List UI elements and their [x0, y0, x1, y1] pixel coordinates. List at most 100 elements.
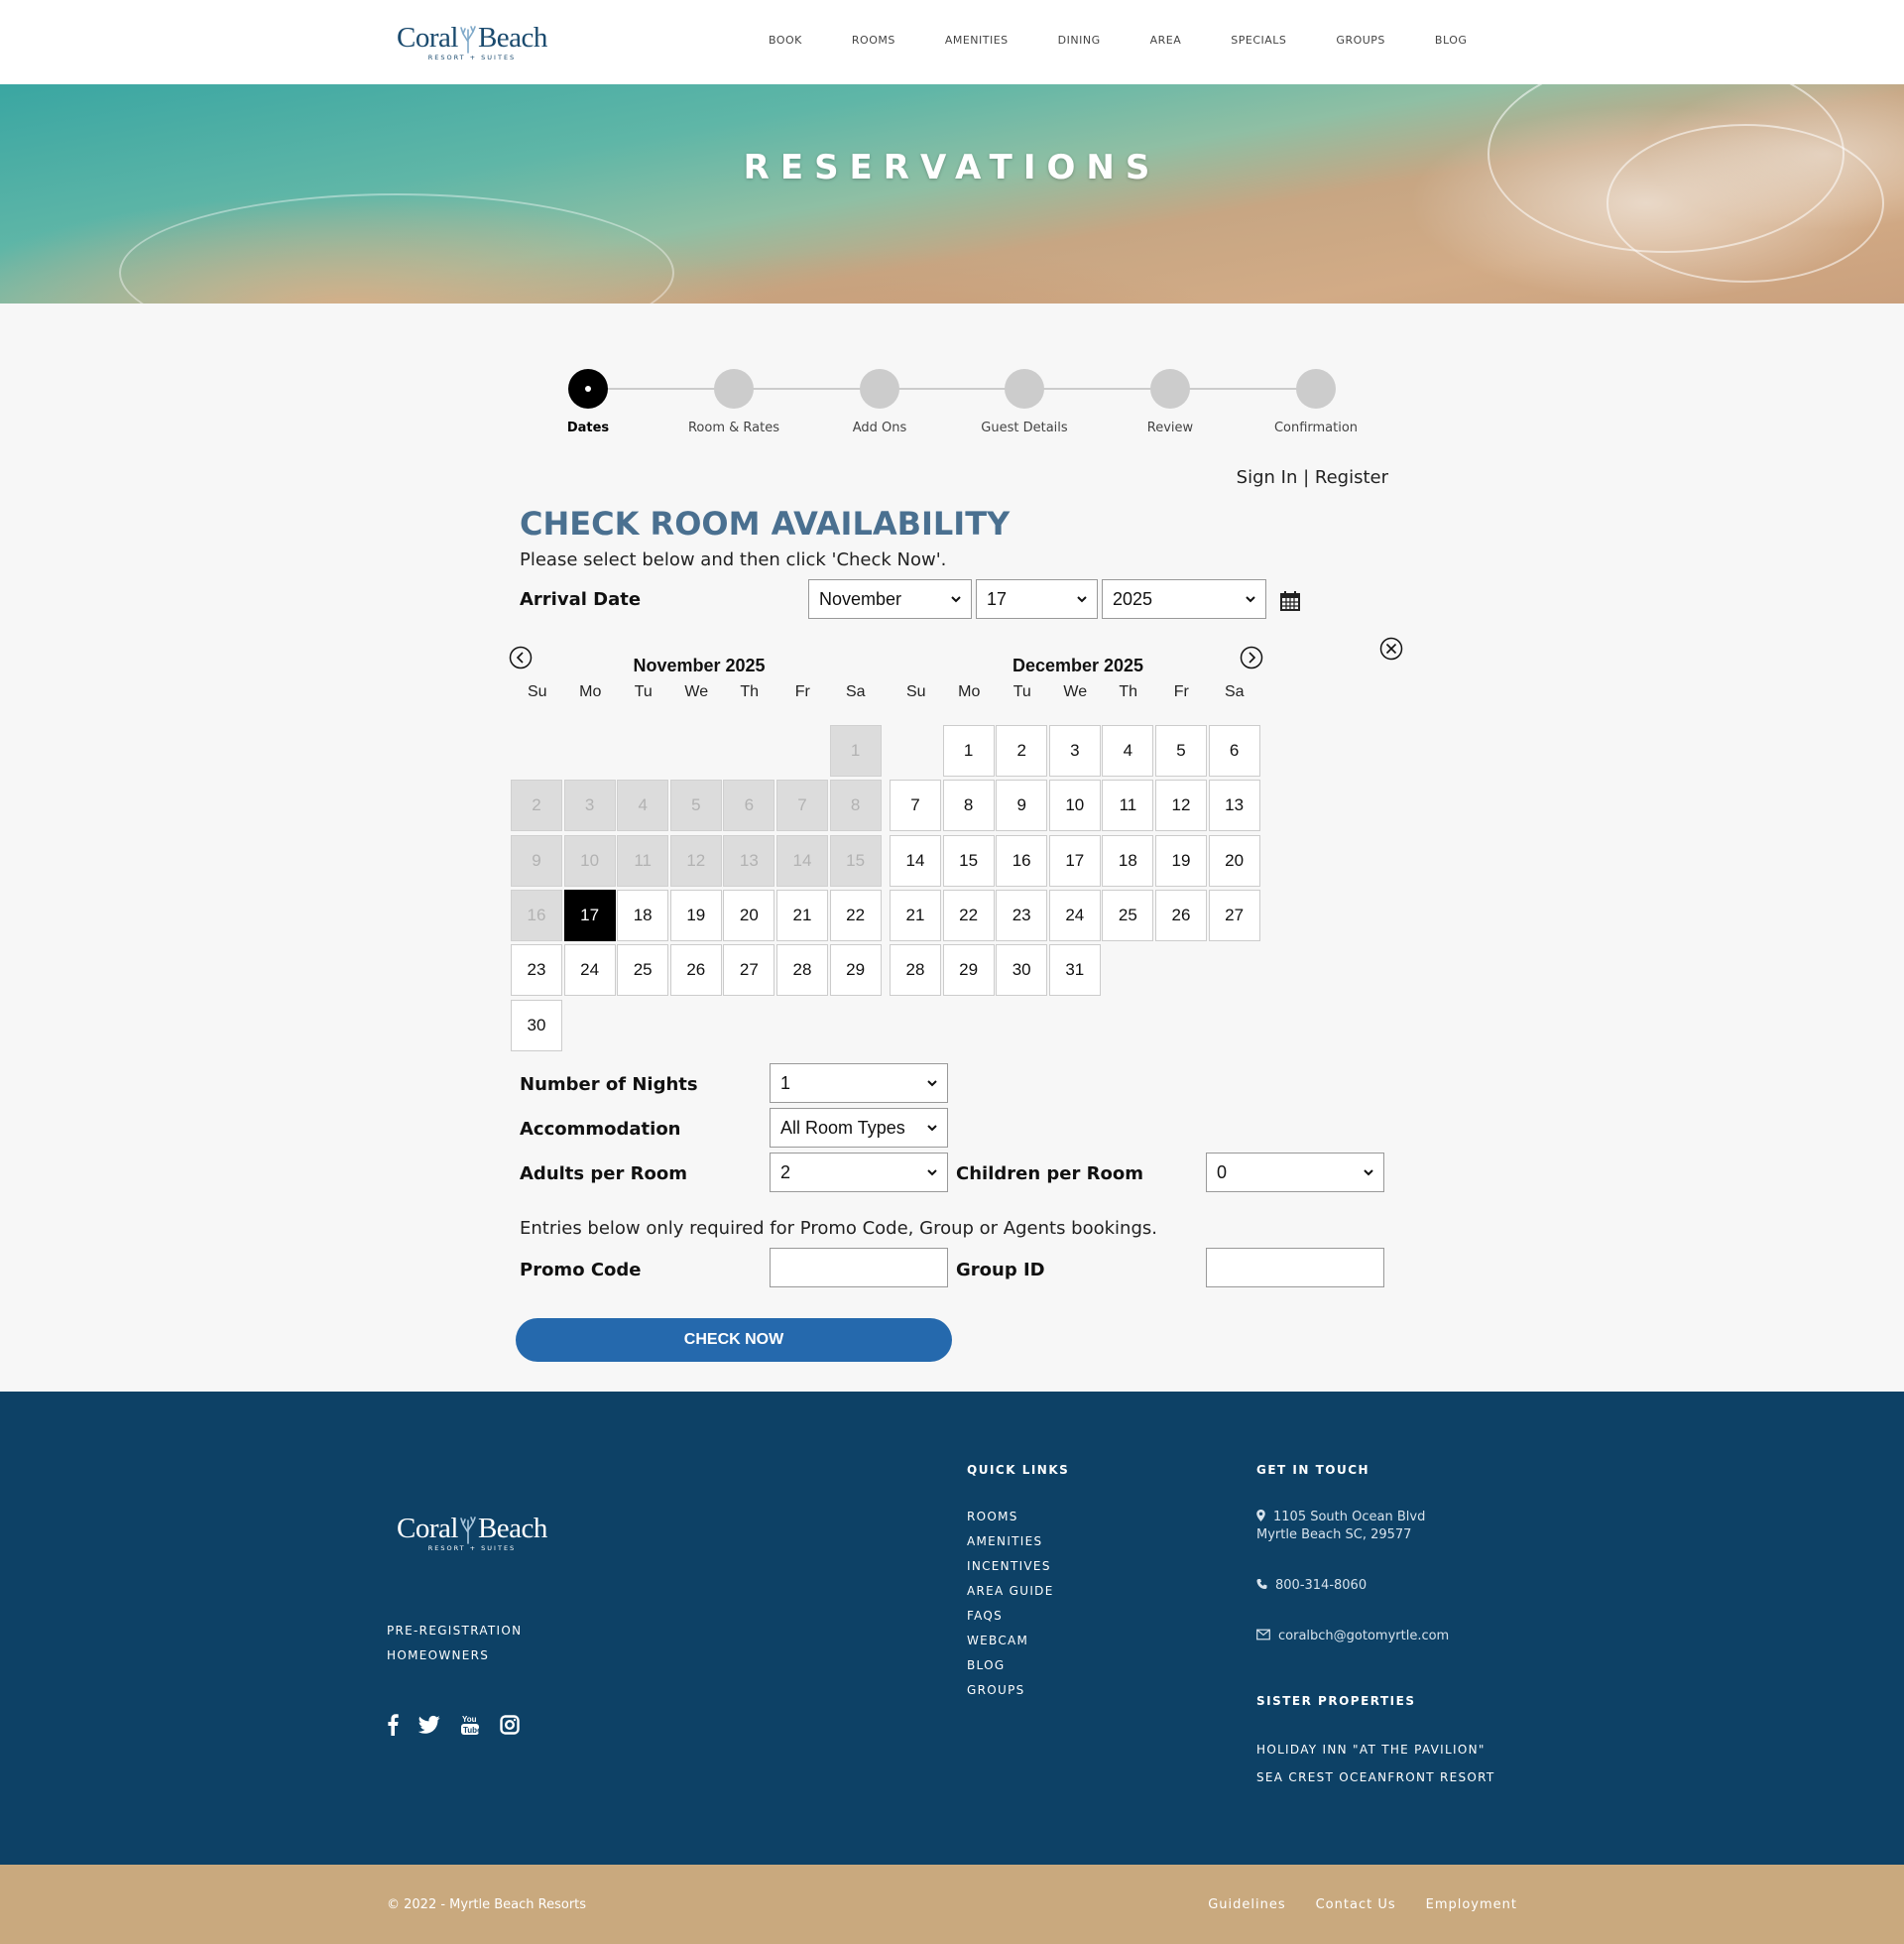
group-id-input[interactable]	[1206, 1248, 1384, 1287]
arrival-month-select[interactable]: November	[808, 579, 972, 619]
calendar-day[interactable]: 23	[511, 944, 562, 997]
calendar-day[interactable]: 21	[890, 889, 941, 941]
bottom-link-guidelines[interactable]: Guidelines	[1208, 1897, 1285, 1912]
calendar-day[interactable]: 4	[1102, 725, 1154, 777]
nav-item-amenities[interactable]: AMENITIES	[945, 34, 1009, 47]
calendar-day[interactable]: 25	[617, 944, 669, 997]
footer-logo[interactable]: Coral Beach RESORT + SUITES	[397, 1513, 547, 1552]
calendar-day[interactable]: 18	[617, 889, 669, 941]
calendar-day[interactable]: 15	[942, 834, 995, 887]
calendar-day[interactable]: 27	[723, 944, 775, 997]
calendar-day[interactable]: 19	[669, 889, 722, 941]
sign-in-link[interactable]: Sign In	[1237, 467, 1298, 488]
arrival-year-select[interactable]: 2025	[1102, 579, 1266, 619]
step-dot	[1150, 369, 1190, 409]
calendar-day[interactable]: 8	[942, 780, 995, 832]
quick-link-groups[interactable]: GROUPS	[967, 1683, 1025, 1697]
quick-link-incentives[interactable]: INCENTIVES	[967, 1559, 1051, 1573]
calendar-day[interactable]: 1	[942, 725, 995, 777]
facebook-icon[interactable]	[387, 1714, 399, 1736]
nav-item-rooms[interactable]: ROOMS	[852, 34, 895, 47]
calendar-day[interactable]: 9	[996, 780, 1048, 832]
calendar-day[interactable]: 24	[1048, 889, 1101, 941]
calendar-day[interactable]: 28	[890, 944, 941, 997]
site-logo[interactable]: Coral Beach RESORT + SUITES	[397, 22, 547, 61]
sister-property-holiday-inn[interactable]: HOLIDAY INN "AT THE PAVILION"	[1256, 1743, 1486, 1757]
calendar-day[interactable]: 3	[1048, 725, 1101, 777]
calendar-day[interactable]: 17	[1048, 834, 1101, 887]
calendar-day[interactable]: 22	[942, 889, 995, 941]
group-id-label: Group ID	[956, 1260, 1045, 1280]
calendar-day[interactable]: 28	[776, 944, 828, 997]
logo-word-coral: Coral	[397, 22, 458, 54]
nav-item-blog[interactable]: BLOG	[1435, 34, 1467, 47]
step-label: Review	[1146, 421, 1194, 435]
calendar-day[interactable]: 16	[996, 834, 1048, 887]
calendar-day[interactable]: 26	[669, 944, 722, 997]
calendar-day[interactable]: 19	[1155, 834, 1207, 887]
bottom-link-employment[interactable]: Employment	[1426, 1897, 1517, 1912]
check-now-button[interactable]: CHECK NOW	[516, 1318, 952, 1362]
calendar-day[interactable]: 25	[1102, 889, 1154, 941]
calendar-day[interactable]: 29	[942, 944, 995, 997]
calendar-day[interactable]: 30	[511, 999, 562, 1051]
calendar-day[interactable]: 5	[1155, 725, 1207, 777]
children-select[interactable]: 0	[1206, 1153, 1384, 1192]
quick-link-webcam[interactable]: WEBCAM	[967, 1634, 1028, 1647]
footer-link-pre-registration[interactable]: PRE-REGISTRATION	[387, 1624, 522, 1638]
calendar-day[interactable]: 27	[1208, 889, 1260, 941]
logo-tagline: RESORT + SUITES	[427, 54, 517, 61]
quick-link-area-guide[interactable]: AREA GUIDE	[967, 1584, 1054, 1598]
promo-code-input[interactable]	[770, 1248, 948, 1287]
contact-email[interactable]: coralbch@gotomyrtle.com	[1256, 1628, 1449, 1645]
quick-link-rooms[interactable]: ROOMS	[967, 1510, 1018, 1523]
calendar-day[interactable]: 11	[1102, 780, 1154, 832]
quick-link-blog[interactable]: BLOG	[967, 1658, 1005, 1672]
calendar-day[interactable]: 7	[890, 780, 941, 832]
calendar-month-title: November 2025	[633, 656, 766, 675]
calendar-day[interactable]: 10	[1048, 780, 1101, 832]
calendar-day[interactable]: 30	[996, 944, 1048, 997]
nav-item-specials[interactable]: SPECIALS	[1231, 34, 1286, 47]
calendar-day[interactable]: 26	[1155, 889, 1207, 941]
footer-link-homeowners[interactable]: HOMEOWNERS	[387, 1648, 489, 1662]
calendar-day[interactable]: 12	[1155, 780, 1207, 832]
calendar-day[interactable]: 22	[829, 889, 882, 941]
calendar-day[interactable]: 18	[1102, 834, 1154, 887]
close-calendar-icon[interactable]	[1379, 637, 1403, 661]
arrival-date-label: Arrival Date	[520, 589, 642, 610]
youtube-icon[interactable]: You Tube	[460, 1714, 480, 1736]
calendar-day[interactable]: 23	[996, 889, 1048, 941]
calendar-icon[interactable]	[1279, 590, 1301, 612]
calendar-day[interactable]: 24	[563, 944, 616, 997]
calendar-day: 9	[511, 834, 562, 887]
weekday-label: Mo	[958, 683, 981, 700]
nights-value: 1	[780, 1072, 791, 1093]
calendar-day[interactable]: 2	[996, 725, 1048, 777]
calendar-day-selected[interactable]: 17	[563, 889, 616, 941]
calendar-day[interactable]: 14	[890, 834, 941, 887]
nights-select[interactable]: 1	[770, 1063, 948, 1103]
calendar-day[interactable]: 21	[776, 889, 828, 941]
nav-item-area[interactable]: AREA	[1150, 34, 1182, 47]
sister-property-sea-crest[interactable]: SEA CREST OCEANFRONT RESORT	[1256, 1770, 1495, 1784]
bottom-link-contact-us[interactable]: Contact Us	[1316, 1897, 1396, 1912]
calendar-day[interactable]: 29	[829, 944, 882, 997]
adults-select[interactable]: 2	[770, 1153, 948, 1192]
contact-phone[interactable]: 800-314-8060	[1256, 1577, 1367, 1595]
calendar-day[interactable]: 31	[1048, 944, 1101, 997]
nav-item-groups[interactable]: GROUPS	[1336, 34, 1385, 47]
calendar-day[interactable]: 6	[1208, 725, 1260, 777]
instagram-icon[interactable]	[500, 1714, 520, 1736]
calendar-day[interactable]: 20	[1208, 834, 1260, 887]
nav-item-book[interactable]: BOOK	[769, 34, 802, 47]
quick-link-amenities[interactable]: AMENITIES	[967, 1534, 1042, 1548]
accommodation-select[interactable]: All Room Types	[770, 1108, 948, 1148]
calendar-day[interactable]: 13	[1208, 780, 1260, 832]
twitter-icon[interactable]	[418, 1714, 440, 1736]
quick-link-faqs[interactable]: FAQS	[967, 1609, 1003, 1623]
register-link[interactable]: Register	[1315, 467, 1388, 488]
calendar-day[interactable]: 20	[723, 889, 775, 941]
nav-item-dining[interactable]: DINING	[1058, 34, 1101, 47]
arrival-day-select[interactable]: 17	[976, 579, 1098, 619]
